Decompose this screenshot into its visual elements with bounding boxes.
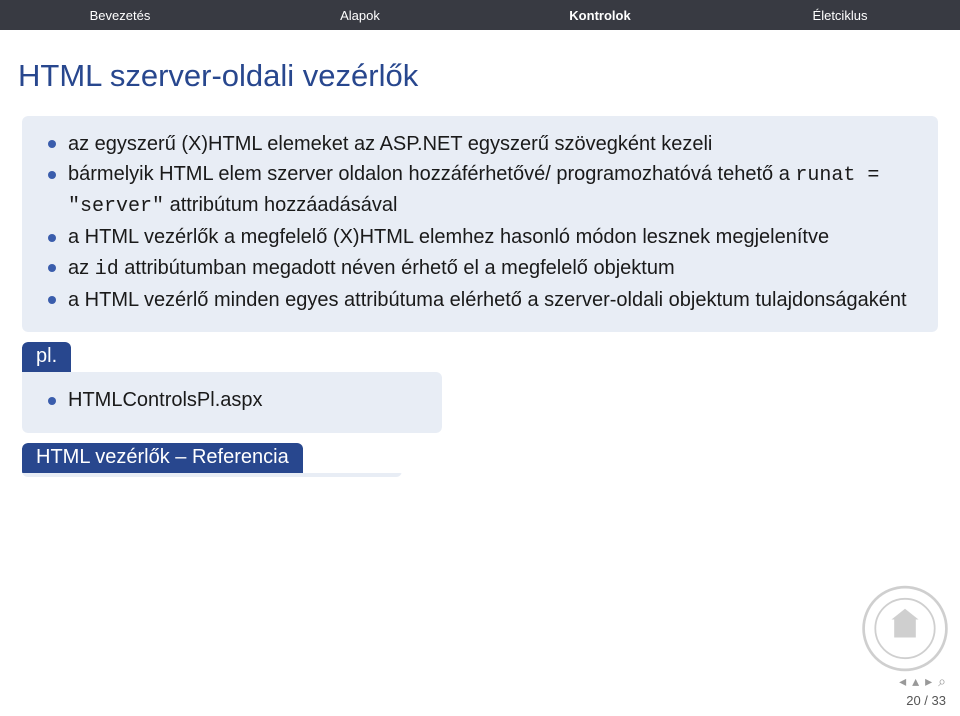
- nav-up-icon[interactable]: ▴: [912, 673, 919, 690]
- nav-tab-bevezetes[interactable]: Bevezetés: [0, 2, 240, 29]
- top-navbar: Bevezetés Alapok Kontrolok Életciklus: [0, 0, 960, 30]
- nav-tab-alapok[interactable]: Alapok: [240, 2, 480, 29]
- university-seal-logo: [860, 581, 950, 676]
- bullet-item: az id attribútumban megadott néven érhet…: [48, 254, 920, 284]
- page-counter: 20 / 33: [906, 693, 946, 708]
- bullet-item: az egyszerű (X)HTML elemeket az ASP.NET …: [48, 130, 920, 158]
- bullet-item: bármelyik HTML elem szerver oldalon hozz…: [48, 160, 920, 221]
- nav-search-icon[interactable]: ⌕: [938, 673, 946, 690]
- example-item: HTMLControlsPl.aspx: [48, 386, 424, 414]
- beamer-nav-icons: ◂ ▴ ▸ ⌕: [899, 673, 946, 690]
- nav-prev-icon[interactable]: ◂: [899, 673, 906, 690]
- nav-tab-kontrolok[interactable]: Kontrolok: [480, 2, 720, 29]
- slide-title: HTML szerver-oldali vezérlők: [0, 30, 960, 116]
- example-block-title: pl.: [22, 342, 71, 372]
- reference-block-title: HTML vezérlők – Referencia: [22, 443, 303, 473]
- nav-next-icon[interactable]: ▸: [925, 673, 932, 690]
- bullet-item: a HTML vezérlők a megfelelő (X)HTML elem…: [48, 223, 920, 251]
- bullet-item: a HTML vezérlő minden egyes attribútuma …: [48, 286, 920, 314]
- example-block: pl. HTMLControlsPl.aspx: [22, 342, 442, 432]
- reference-block: HTML vezérlők – Referencia: [22, 443, 402, 477]
- main-block: az egyszerű (X)HTML elemeket az ASP.NET …: [22, 116, 938, 332]
- nav-tab-eletciklus[interactable]: Életciklus: [720, 2, 960, 29]
